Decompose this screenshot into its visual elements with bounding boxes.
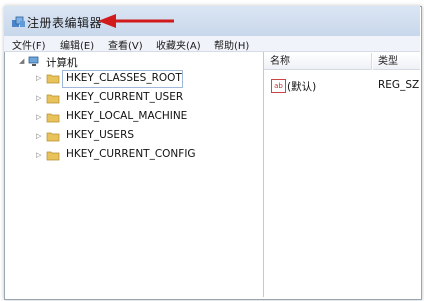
window-title: 注册表编辑器 (27, 16, 103, 30)
red-arrow-icon (98, 14, 174, 28)
column-header-name[interactable]: 名称 (264, 53, 372, 70)
value-row-type: REG_SZ (378, 79, 420, 91)
folder-icon (46, 132, 60, 142)
computer-icon (28, 56, 39, 66)
expand-arrow-root[interactable]: ◢ (19, 57, 24, 65)
menu-help[interactable]: 帮助(H) (214, 37, 249, 52)
folder-icon (46, 94, 60, 104)
folder-icon (46, 151, 60, 161)
expand-arrow-hkcc[interactable]: ▷ (36, 151, 41, 159)
expand-arrow-hku[interactable]: ▷ (36, 132, 41, 140)
folder-icon (46, 113, 60, 123)
menu-edit[interactable]: 编辑(E) (60, 37, 94, 52)
value-row-name[interactable]: (默认) (287, 79, 316, 94)
expand-arrow-hklm[interactable]: ▷ (36, 113, 41, 121)
tree-item-hkey-users[interactable]: HKEY_USERS (66, 129, 134, 141)
string-value-icon: ab (271, 79, 286, 93)
tree-item-hkey-current-user[interactable]: HKEY_CURRENT_USER (66, 91, 183, 103)
tree-item-hkey-current-config[interactable]: HKEY_CURRENT_CONFIG (66, 148, 196, 160)
tree-root-computer[interactable]: 计算机 (46, 55, 78, 70)
tree-pane[interactable] (5, 52, 264, 297)
expand-arrow-hkcu[interactable]: ▷ (36, 94, 41, 102)
menu-file[interactable]: 文件(F) (12, 37, 46, 52)
expand-arrow-hkcr[interactable]: ▷ (36, 74, 41, 82)
column-header-type[interactable]: 类型 (373, 53, 420, 70)
menu-favorites[interactable]: 收藏夹(A) (156, 37, 201, 52)
tree-item-hkey-classes-root[interactable]: HKEY_CLASSES_ROOT (66, 72, 182, 84)
registry-editor-icon (12, 16, 25, 27)
tree-item-hkey-local-machine[interactable]: HKEY_LOCAL_MACHINE (66, 110, 187, 122)
folder-icon (46, 74, 60, 84)
menu-view[interactable]: 查看(V) (108, 37, 143, 52)
